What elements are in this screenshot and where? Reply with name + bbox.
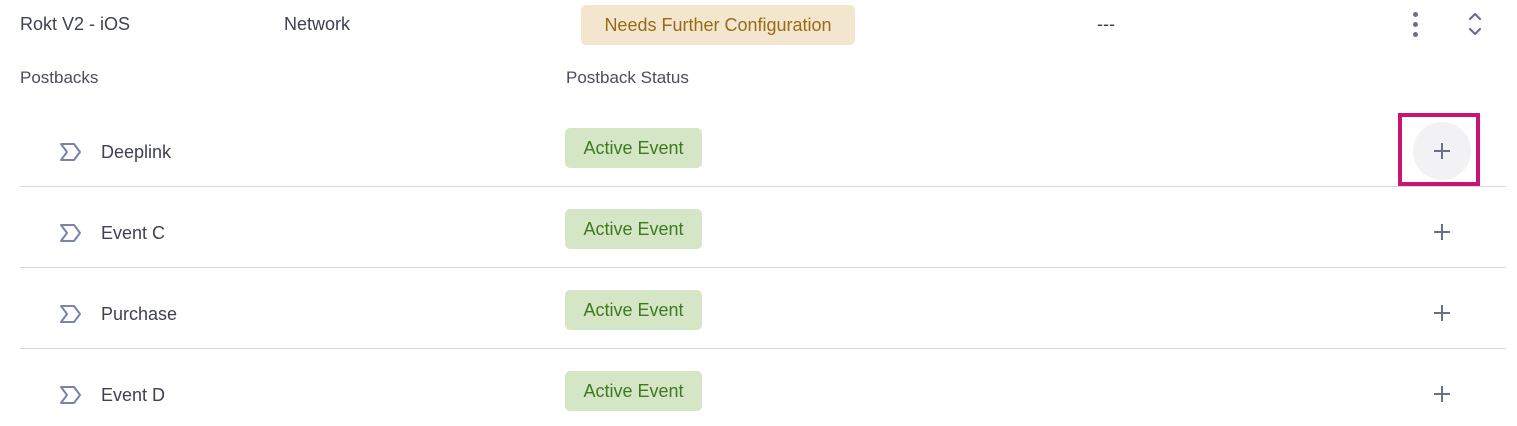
expand-collapse-icon <box>1468 12 1482 36</box>
status-badge: Active Event <box>565 128 702 168</box>
event-chevron-icon <box>60 224 81 242</box>
add-postback-button[interactable] <box>1413 284 1471 342</box>
postback-name: Deeplink <box>101 142 172 162</box>
plus-icon <box>1434 224 1450 240</box>
kebab-vertical-icon <box>1412 11 1418 17</box>
event-chevron-icon <box>60 386 81 404</box>
plus-icon <box>1434 386 1450 402</box>
status-badge: Active Event <box>565 371 702 411</box>
postback-status-header: Postback Status <box>566 68 689 87</box>
status-badge: Active Event <box>565 209 702 249</box>
event-chevron-icon <box>60 143 81 161</box>
integration-name: Rokt V2 - iOS <box>20 14 131 34</box>
integration-value: --- <box>1097 14 1115 34</box>
add-postback-button[interactable] <box>1413 365 1471 423</box>
add-postback-button[interactable] <box>1413 203 1471 261</box>
row-divider <box>20 267 1506 268</box>
event-chevron-icon <box>60 305 81 323</box>
highlight-box <box>1398 113 1480 186</box>
postback-name: Event C <box>101 223 166 243</box>
status-badge: Active Event <box>565 290 702 330</box>
expand-collapse-button[interactable] <box>1462 8 1488 40</box>
plus-icon <box>1434 305 1450 321</box>
row-divider <box>20 186 1506 187</box>
integration-type: Network <box>284 14 351 34</box>
postback-name: Event D <box>101 385 166 405</box>
row-divider <box>20 348 1506 349</box>
status-badge: Needs Further Configuration <box>581 5 855 45</box>
postback-name: Purchase <box>101 304 178 324</box>
postbacks-header: Postbacks <box>20 68 99 87</box>
more-options-button[interactable] <box>1403 10 1427 38</box>
